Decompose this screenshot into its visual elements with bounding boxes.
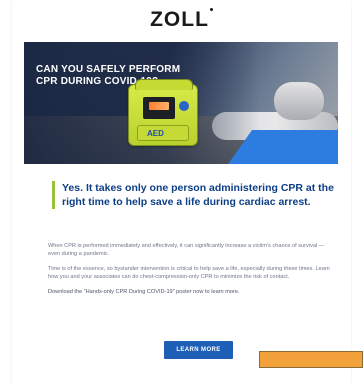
aed-label: AED [147, 129, 164, 138]
zoll-logo: ZOLL [12, 8, 351, 32]
callout-block: Yes. It takes only one person administer… [52, 181, 345, 209]
body-paragraph-3: Download the “Hands-only CPR During COVI… [48, 289, 240, 295]
aed-handle [135, 79, 193, 90]
aed-button-icon [179, 101, 189, 111]
email-card: ZOLL CAN YOU SAFELY PERFORM CPR DURING C… [12, 0, 351, 385]
callout-text: Yes. It takes only one person administer… [62, 182, 334, 208]
aed-device-icon: AED [128, 79, 198, 146]
logo-text: ZOLL [150, 8, 209, 31]
body-paragraph-2: Time is of the essence, so bystander int… [48, 266, 330, 280]
learn-more-button[interactable]: LEARN MORE [164, 341, 233, 359]
highlight-bar [259, 351, 363, 368]
body-copy: When CPR is performed immediately and ef… [48, 242, 338, 303]
hero-banner: CAN YOU SAFELY PERFORM CPR DURING COVID-… [24, 42, 338, 164]
email-page: ZOLL CAN YOU SAFELY PERFORM CPR DURING C… [0, 0, 363, 385]
aed-screen [143, 97, 175, 119]
logo-dot-icon [209, 8, 213, 11]
body-paragraph-1: When CPR is performed immediately and ef… [48, 243, 325, 257]
